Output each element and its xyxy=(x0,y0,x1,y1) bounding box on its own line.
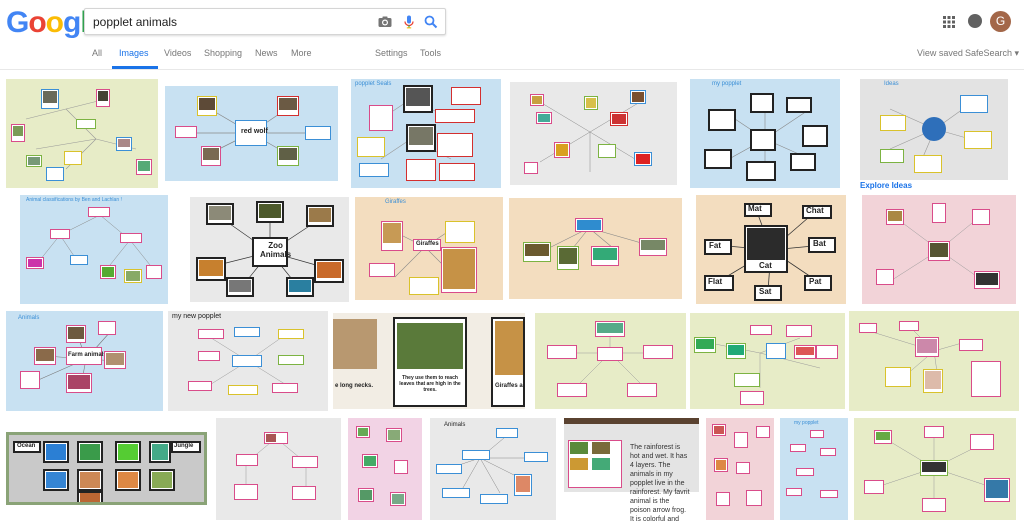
image-result[interactable] xyxy=(216,418,341,520)
image-result[interactable]: my popplet xyxy=(690,79,840,188)
image-result[interactable] xyxy=(854,418,1016,520)
tab-shopping[interactable]: Shopping xyxy=(204,48,242,58)
image-result[interactable]: Animal classifications by Ben and Lachla… xyxy=(20,195,168,304)
image-result[interactable]: my popplet xyxy=(780,418,848,520)
logo-letter: g xyxy=(63,6,81,39)
tab-videos[interactable]: Videos xyxy=(164,48,191,58)
image-result[interactable] xyxy=(509,198,682,299)
image-result[interactable] xyxy=(510,82,677,185)
google-images-page: Google popplet animals xyxy=(0,0,1024,521)
image-result[interactable] xyxy=(862,195,1016,304)
image-result[interactable]: red wolf xyxy=(165,86,338,181)
logo-letter: o xyxy=(45,6,64,39)
settings-link[interactable]: Settings xyxy=(375,48,408,58)
explore-ideas-link[interactable]: Explore Ideas xyxy=(860,181,912,190)
search-box[interactable]: popplet animals xyxy=(84,8,446,35)
image-result[interactable]: Animals xyxy=(430,418,556,520)
image-result[interactable]: Zoo Animals xyxy=(190,197,349,302)
tab-images[interactable]: Images xyxy=(119,48,149,58)
search-icon[interactable] xyxy=(423,14,439,30)
top-bar: Google popplet animals xyxy=(0,0,1024,70)
image-result[interactable]: my new popplet xyxy=(168,311,328,411)
active-tab-indicator xyxy=(112,66,158,69)
image-result[interactable]: Mat Chat Fat Bat Cat Flat Sat Pat xyxy=(696,195,846,304)
rainforest-text: The rainforest is hot and wet. It has 4 … xyxy=(630,444,690,521)
tab-news[interactable]: News xyxy=(255,48,278,58)
image-result[interactable]: e long necks. They use them to reach lea… xyxy=(333,313,525,409)
image-result[interactable]: popplet Seals xyxy=(351,79,501,188)
safesearch-menu[interactable]: SafeSearch ▾ xyxy=(965,48,1019,59)
image-result[interactable]: Ideas xyxy=(860,79,1008,180)
mic-icon[interactable] xyxy=(401,14,417,30)
image-result[interactable]: Ocean Jungle xyxy=(6,432,207,505)
tab-more[interactable]: More xyxy=(291,48,312,58)
apps-grid-icon[interactable] xyxy=(943,16,955,28)
image-result[interactable] xyxy=(690,313,845,409)
image-result[interactable] xyxy=(6,79,158,188)
view-saved-link[interactable]: View saved xyxy=(917,48,963,58)
image-result[interactable] xyxy=(849,311,1019,411)
image-result[interactable] xyxy=(706,418,774,520)
image-result[interactable] xyxy=(348,418,422,520)
logo-letter: G xyxy=(6,6,29,39)
search-input[interactable]: popplet animals xyxy=(93,15,177,29)
tools-link[interactable]: Tools xyxy=(420,48,441,58)
notification-icon[interactable] xyxy=(968,14,982,28)
tab-all[interactable]: All xyxy=(92,48,102,58)
camera-icon[interactable] xyxy=(377,14,393,30)
avatar[interactable]: G xyxy=(990,11,1011,32)
image-result[interactable] xyxy=(535,313,686,409)
logo-letter: o xyxy=(28,6,46,39)
image-result[interactable]: Giraffes Giraffes xyxy=(355,197,503,300)
image-result[interactable]: Animals Farm animals xyxy=(6,311,163,411)
